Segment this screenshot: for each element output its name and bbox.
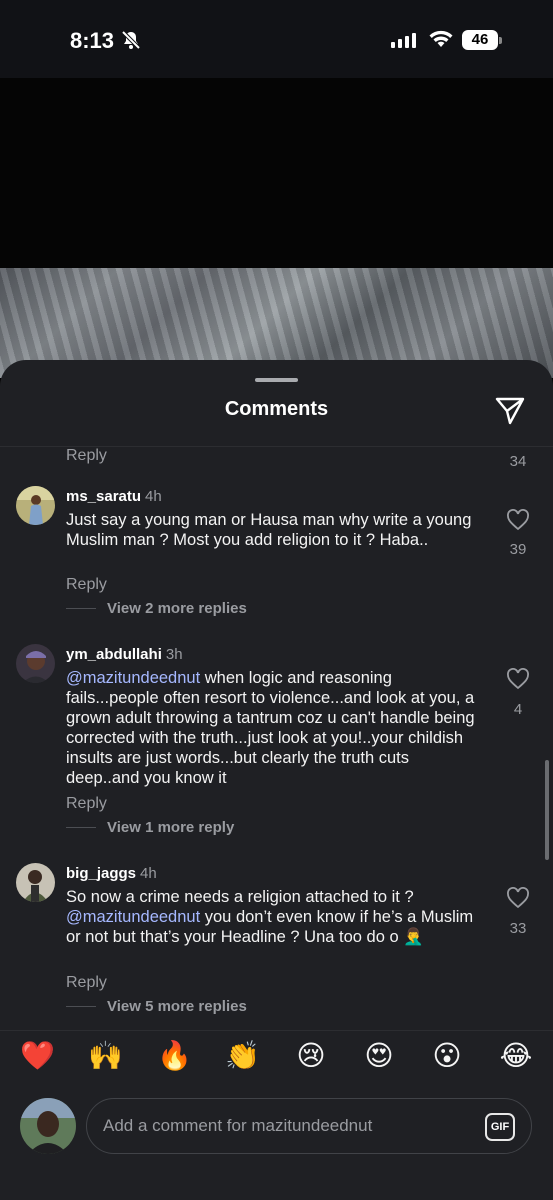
status-bar: 8:13 46 [0,0,553,78]
comment-time: 4h [140,865,157,882]
share-send-icon[interactable] [494,396,526,426]
view-replies-button[interactable]: View 2 more replies [66,600,247,617]
emoji-raised-hands[interactable]: 🙌 [88,1039,123,1073]
comment-text: So now a crime needs a religion attached… [66,888,474,946]
bell-slash-icon [121,30,141,50]
comment-placeholder: Add a comment for mazitundeednut [103,1116,373,1135]
reply-button[interactable]: Reply [66,447,107,465]
emoji-heart-eyes[interactable]: 😍 [362,1039,396,1073]
heart-icon[interactable] [506,668,530,690]
emoji-fire[interactable]: 🔥 [157,1039,192,1073]
comment-username[interactable]: ms_saratu 4h [66,488,162,505]
like-count: 4 [513,701,523,718]
my-avatar[interactable] [20,1098,76,1154]
comment-username[interactable]: big_jaggs 4h [66,865,157,882]
comment-composer: Add a comment for mazitundeednut GIF [0,1082,553,1200]
heart-icon[interactable] [506,887,530,909]
emoji-crying[interactable]: 😢 [294,1039,328,1073]
mention-link[interactable]: @mazitundeednut [66,669,200,687]
emoji-laughing[interactable]: 😂 [499,1039,533,1073]
status-time: 8:13 [70,28,115,53]
scrollbar[interactable] [545,760,549,860]
view-replies-button[interactable]: View 1 more reply [66,819,234,836]
comment-item: ms_saratu 4h Just say a young man or Haus… [0,486,553,621]
view-replies-button[interactable]: View 5 more replies [66,998,247,1015]
reply-button[interactable]: Reply [66,576,107,594]
mention-link[interactable]: @mazitundeednut [66,908,200,926]
reply-button[interactable]: Reply [66,974,107,992]
avatar[interactable] [16,644,55,683]
comment-item: ym_abdullahi 3h @mazitundeednut when logi… [0,644,553,844]
wifi-icon [429,30,453,47]
drag-handle[interactable] [255,378,298,382]
comment-item: big_jaggs 4h So now a crime needs a relig… [0,863,553,1028]
reply-button[interactable]: Reply [66,795,107,813]
comment-text: Just say a young man or Hausa man why wr… [66,511,472,549]
video-area[interactable] [0,78,553,268]
sheet-title: Comments [224,398,329,420]
comment-time: 3h [165,646,183,663]
signal-icon [391,33,416,48]
battery-tip [499,37,502,44]
heart-icon[interactable] [506,509,530,531]
emoji-surprised[interactable]: 😮 [430,1039,464,1073]
comment-text: @mazitundeednut when logic and reasoning… [66,669,475,787]
comments-sheet: Comments Reply 34 ms_saratu 4h Just say a… [0,360,553,1200]
emoji-clapping[interactable]: 👏 [225,1039,260,1073]
emoji-quick-bar: ❤️ 🙌 🔥 👏 😢 😍 😮 😂 [0,1030,553,1082]
like-count: 33 [509,920,527,937]
comment-input[interactable]: Add a comment for mazitundeednut GIF [86,1098,532,1154]
avatar[interactable] [16,486,55,525]
comment-time: 4h [145,488,162,505]
gif-button[interactable]: GIF [485,1113,515,1141]
avatar[interactable] [16,863,55,902]
like-count: 34 [509,453,527,470]
comment-username[interactable]: ym_abdullahi 3h [66,646,183,663]
like-count: 39 [509,541,527,558]
battery-icon: 46 [462,30,498,50]
emoji-heart[interactable]: ❤️ [20,1039,55,1073]
